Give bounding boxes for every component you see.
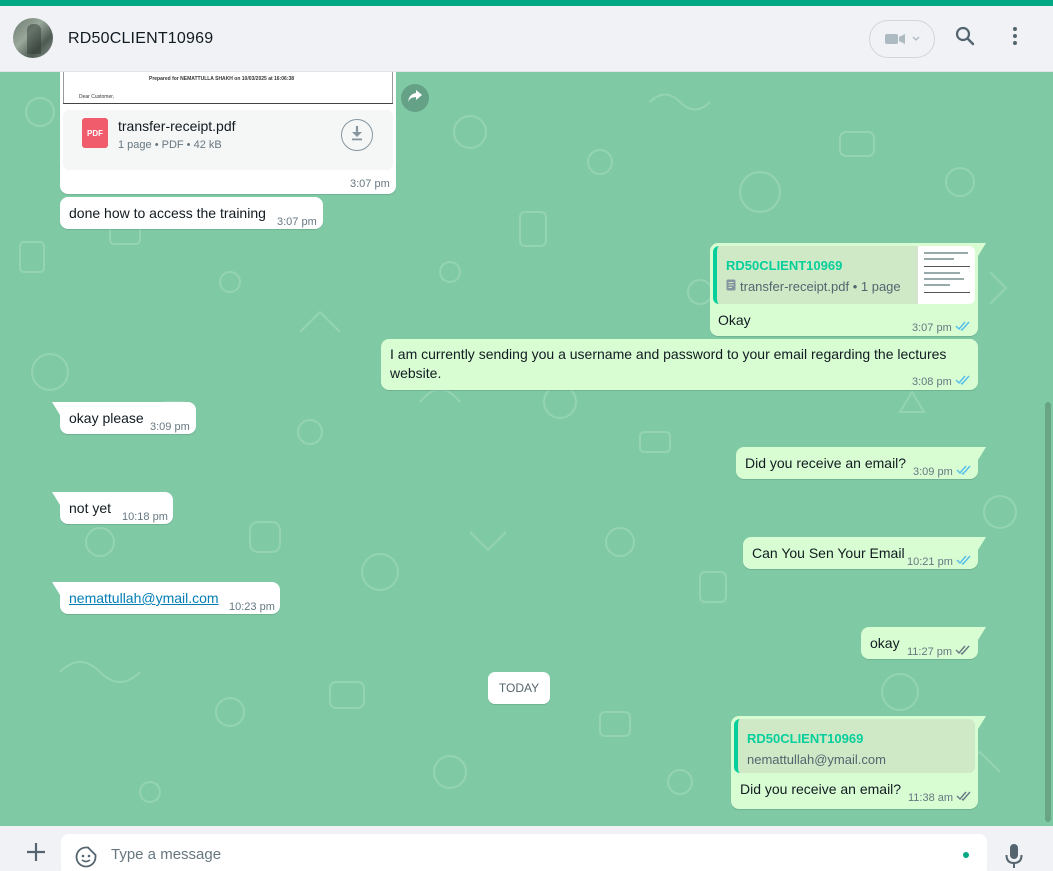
- message-time: 10:21 pm: [907, 556, 953, 568]
- message-meta: 3:07 pm: [912, 319, 971, 338]
- chat-header: RD50CLIENT10969: [0, 6, 1053, 72]
- quote-text: transfer-receipt.pdf • 1 page: [740, 279, 901, 294]
- message-bubble-outgoing[interactable]: RD50CLIENT10969 transfer-receipt.pdf • 1…: [710, 243, 986, 338]
- message-text: okay please: [69, 410, 144, 426]
- message-text: Can You Sen Your Email: [752, 545, 905, 561]
- message-bubble-incoming[interactable]: done how to access the training 3:07 pm: [60, 197, 323, 229]
- message-bubble-incoming[interactable]: not yet 10:18 pm: [52, 492, 173, 524]
- mic-icon: [1002, 844, 1026, 871]
- message-bubble-outgoing[interactable]: I am currently sending you a username an…: [381, 339, 978, 390]
- pdf-file-name: transfer-receipt.pdf: [118, 118, 236, 134]
- message-bubble-outgoing[interactable]: Did you receive an email? 3:09 pm: [736, 447, 986, 482]
- attach-button[interactable]: [24, 840, 48, 864]
- message-text-line: website.: [390, 365, 442, 381]
- chat-area[interactable]: Prepared for NEMATTULLA SHAKH on 10/03/2…: [0, 72, 1053, 826]
- pdf-message[interactable]: Prepared for NEMATTULLA SHAKH on 10/03/2…: [60, 72, 396, 194]
- preview-divider: [63, 103, 393, 104]
- plus-icon: [24, 843, 48, 868]
- message-bubble-incoming[interactable]: nemattullah@ymail.com 10:23 pm: [52, 582, 280, 614]
- message-meta: 11:38 am: [908, 789, 972, 808]
- message-text: Did you receive an email?: [745, 455, 907, 471]
- message-time: 3:07 pm: [350, 178, 390, 190]
- read-receipt-icon: [955, 373, 971, 392]
- quote-author: RD50CLIENT10969: [726, 258, 843, 273]
- quote-author: RD50CLIENT10969: [747, 731, 864, 746]
- contact-avatar[interactable]: [13, 18, 53, 58]
- pdf-file-row[interactable]: PDF transfer-receipt.pdf 1 page • PDF • …: [63, 110, 393, 170]
- forward-button[interactable]: [401, 84, 429, 112]
- voice-message-button[interactable]: [1002, 842, 1026, 870]
- video-call-button[interactable]: [869, 20, 935, 58]
- composer-bar: [0, 826, 1053, 871]
- pdf-file-icon: PDF: [82, 118, 108, 148]
- message-meta: 10:21 pm: [907, 553, 972, 572]
- read-receipt-icon: [955, 319, 971, 338]
- message-bubble-incoming[interactable]: okay please 3:09 pm: [52, 402, 196, 434]
- status-dot: [963, 852, 969, 858]
- message-text: Did you receive an email?: [740, 781, 902, 797]
- search-button[interactable]: [951, 24, 979, 52]
- message-meta: 11:27 pm: [907, 643, 971, 662]
- message-bubble-outgoing[interactable]: Can You Sen Your Email 10:21 pm: [743, 537, 986, 572]
- message-text: Okay: [718, 312, 751, 328]
- email-link[interactable]: nemattullah@ymail.com: [69, 589, 219, 608]
- pdf-preview-greeting: Dear Customer,: [79, 94, 115, 100]
- quote-content: transfer-receipt.pdf • 1 page: [726, 277, 901, 296]
- message-time: 11:27 pm: [907, 646, 953, 658]
- message-text-line: I am currently sending you a username an…: [390, 346, 947, 362]
- message-time: 11:38 am: [908, 792, 954, 804]
- download-button[interactable]: [341, 119, 373, 151]
- pdf-file-info: 1 page • PDF • 42 kB: [118, 139, 222, 151]
- message-meta: 3:08 pm: [912, 373, 971, 392]
- quoted-message[interactable]: RD50CLIENT10969 transfer-receipt.pdf • 1…: [713, 246, 975, 304]
- message-bubble-outgoing[interactable]: okay 11:27 pm: [861, 627, 986, 662]
- quote-text: nemattullah@ymail.com: [747, 752, 886, 767]
- preview-border: [392, 72, 393, 104]
- menu-button[interactable]: [1001, 24, 1029, 52]
- document-icon: [726, 277, 736, 296]
- video-call-icon: [884, 31, 906, 47]
- read-receipt-icon: [956, 463, 972, 482]
- message-time: 10:18 pm: [122, 511, 168, 523]
- message-text: not yet: [69, 500, 112, 516]
- search-icon: [955, 26, 975, 51]
- message-time: 10:23 pm: [229, 601, 275, 613]
- message-text: done how to access the training: [69, 205, 266, 221]
- sticker-icon[interactable]: [75, 846, 97, 871]
- chevron-down-icon: [912, 36, 920, 42]
- date-divider: TODAY: [488, 672, 550, 704]
- menu-dots-icon: [1012, 26, 1018, 51]
- message-bubble-outgoing[interactable]: RD50CLIENT10969 nemattullah@ymail.com Di…: [731, 716, 986, 809]
- quoted-message[interactable]: RD50CLIENT10969 nemattullah@ymail.com: [734, 719, 975, 773]
- quote-thumbnail: [917, 246, 975, 304]
- preview-border: [63, 72, 64, 104]
- download-icon: [350, 125, 364, 146]
- pdf-preview-prepared: Prepared for NEMATTULLA SHAKH on 10/03/2…: [149, 76, 295, 82]
- message-time: 3:07 pm: [277, 216, 317, 228]
- message-meta: 3:09 pm: [913, 463, 972, 482]
- delivered-receipt-icon: [955, 643, 971, 662]
- chat-scrollbar[interactable]: [1045, 402, 1051, 822]
- forward-icon: [407, 89, 423, 108]
- contact-name[interactable]: RD50CLIENT10969: [68, 30, 213, 48]
- message-time: 3:08 pm: [912, 376, 952, 388]
- message-input[interactable]: [111, 842, 951, 866]
- pdf-preview[interactable]: Prepared for NEMATTULLA SHAKH on 10/03/2…: [63, 72, 393, 106]
- message-input-box[interactable]: [61, 834, 987, 871]
- read-receipt-icon: [956, 553, 972, 572]
- message-time: 3:07 pm: [912, 322, 952, 334]
- delivered-receipt-icon: [956, 789, 972, 808]
- message-text: okay: [870, 635, 900, 651]
- message-time: 3:09 pm: [913, 466, 953, 478]
- message-time: 3:09 pm: [150, 421, 190, 433]
